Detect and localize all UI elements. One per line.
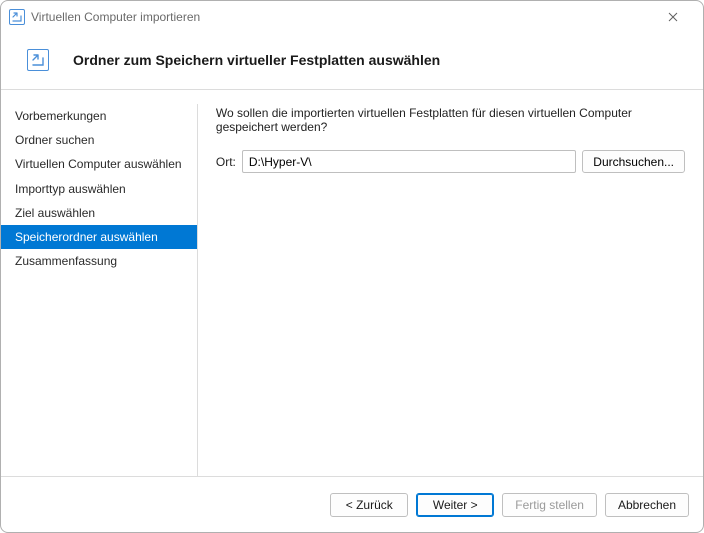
prompt-text: Wo sollen die importierten virtuellen Fe… <box>216 106 685 134</box>
step-ziel[interactable]: Ziel auswählen <box>1 201 197 225</box>
wizard-steps: Vorbemerkungen Ordner suchen Virtuellen … <box>1 90 197 476</box>
step-speicherordner[interactable]: Speicherordner auswählen <box>1 225 197 249</box>
finish-button: Fertig stellen <box>502 493 597 517</box>
back-button[interactable]: < Zurück <box>330 493 408 517</box>
browse-button[interactable]: Durchsuchen... <box>582 150 685 173</box>
cancel-button[interactable]: Abbrechen <box>605 493 689 517</box>
location-input[interactable] <box>242 150 576 173</box>
page-title: Ordner zum Speichern virtueller Festplat… <box>73 52 440 68</box>
window-title: Virtuellen Computer importieren <box>31 10 200 24</box>
step-importtyp[interactable]: Importtyp auswählen <box>1 177 197 201</box>
step-ordner-suchen[interactable]: Ordner suchen <box>1 128 197 152</box>
next-button[interactable]: Weiter > <box>416 493 494 517</box>
step-vm-auswaehlen[interactable]: Virtuellen Computer auswählen <box>1 152 197 176</box>
wizard-body: Vorbemerkungen Ordner suchen Virtuellen … <box>1 90 703 476</box>
titlebar: Virtuellen Computer importieren <box>1 1 703 33</box>
wizard-window: Virtuellen Computer importieren Ordner z… <box>0 0 704 533</box>
location-row: Ort: Durchsuchen... <box>216 150 685 173</box>
close-button[interactable] <box>651 3 695 31</box>
wizard-header: Ordner zum Speichern virtueller Festplat… <box>1 33 703 89</box>
app-icon <box>9 9 25 25</box>
step-zusammenfassung[interactable]: Zusammenfassung <box>1 249 197 273</box>
wizard-footer: < Zurück Weiter > Fertig stellen Abbrech… <box>1 476 703 532</box>
import-icon <box>27 49 49 71</box>
wizard-content: Wo sollen die importierten virtuellen Fe… <box>198 90 703 476</box>
step-vorbemerkungen[interactable]: Vorbemerkungen <box>1 104 197 128</box>
location-label: Ort: <box>216 155 236 169</box>
